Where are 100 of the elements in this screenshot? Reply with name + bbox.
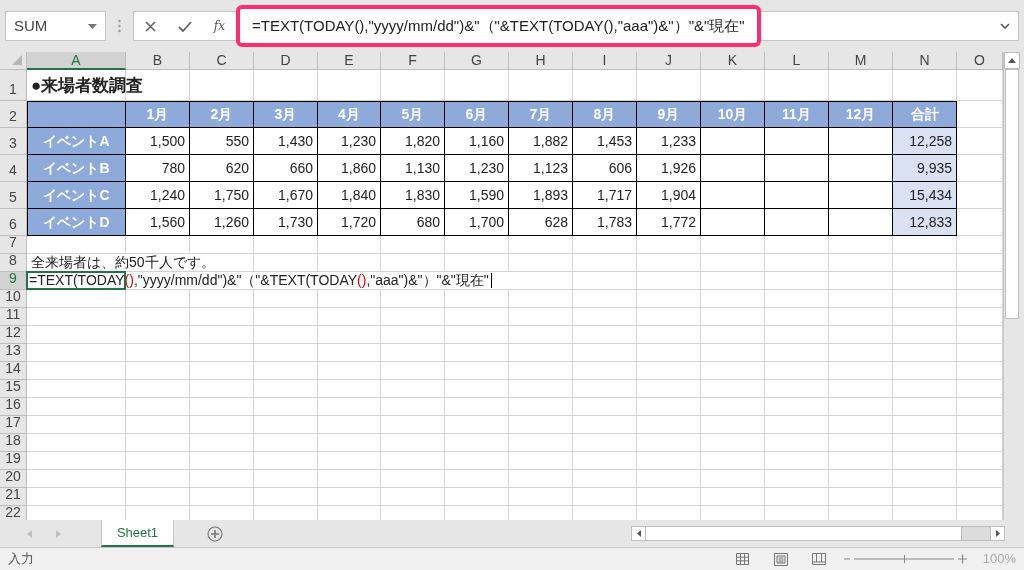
grid-cell [509,362,573,380]
grid-cell [765,452,829,470]
row-header[interactable]: 3 [0,128,27,155]
column-header[interactable]: C [190,52,254,70]
grid-cell [765,155,829,182]
grid-cell [765,470,829,488]
row-header[interactable]: 20 [0,470,27,488]
table-cell: 606 [573,155,637,182]
grid-cell [254,236,318,254]
grid-cell [573,434,637,452]
row-header[interactable]: 19 [0,452,27,470]
grid-cell [701,398,765,416]
zoom-slider[interactable] [843,553,967,565]
page-break-icon[interactable] [811,553,826,565]
expand-chevron-icon[interactable] [1000,23,1010,29]
row-header[interactable]: 7 [0,236,27,254]
column-header[interactable]: F [381,52,445,70]
row-header[interactable]: 17 [0,416,27,434]
column-header[interactable]: L [765,52,829,70]
grid-cell [701,254,765,272]
column-header[interactable]: G [445,52,509,70]
header-cell: 4月 [318,101,381,128]
grid-cell [893,308,957,326]
add-sheet-icon[interactable] [207,525,223,542]
row-header[interactable]: 12 [0,326,27,344]
grid-cell [381,236,445,254]
row-header[interactable]: 15 [0,380,27,398]
horizontal-scroll-thumb[interactable] [646,527,962,540]
scroll-thumb[interactable] [1005,69,1019,319]
column-header[interactable]: I [573,52,637,70]
grid-cell [126,452,190,470]
grid-cell [190,326,254,344]
sheet-tab[interactable]: Sheet1 [101,520,174,547]
column-header[interactable]: K [701,52,765,70]
grid-cell [829,416,893,434]
grid-cell [509,416,573,434]
grid-cell [829,272,893,290]
total-cell: 15,434 [893,182,957,209]
grid-cell [573,488,637,506]
grid-cell [765,362,829,380]
row-header[interactable]: 4 [0,155,27,182]
column-header[interactable]: J [637,52,701,70]
row-header[interactable]: 6 [0,209,27,236]
cancel-icon[interactable] [144,20,156,32]
grid-cell [190,434,254,452]
grid-cell [765,344,829,362]
grid-cell [318,344,381,362]
scroll-left-button[interactable] [632,527,646,540]
row-header[interactable]: 14 [0,362,27,380]
row-header[interactable]: 10 [0,290,27,308]
column-header[interactable]: H [509,52,573,70]
grid-cell [445,488,509,506]
formula-field[interactable]: =TEXT(TODAY(),"yyyy/mm/dd")&"（"&TEXT(TODAY(),"aaa")&"）"&"現在" [236,5,761,47]
row-header[interactable]: 16 [0,398,27,416]
row-header[interactable]: 5 [0,182,27,209]
column-header[interactable]: D [254,52,318,70]
grid-cell [573,308,637,326]
grid-cell [829,254,893,272]
horizontal-scrollbar[interactable] [631,526,1005,541]
column-header[interactable]: A [27,52,126,70]
grid-cell [893,362,957,380]
row-header[interactable]: 11 [0,308,27,326]
row-header[interactable]: 9 [0,272,27,290]
grid-cell [765,488,829,506]
table-cell: 1,840 [318,182,381,209]
grid-cell [254,470,318,488]
scroll-up-button[interactable] [1004,52,1020,69]
table-cell: 1,904 [637,182,701,209]
grid-cell [893,290,957,308]
name-box[interactable]: SUM [5,11,106,41]
grid-cell [829,452,893,470]
grid-cell [126,362,190,380]
row-header[interactable]: 13 [0,344,27,362]
column-header[interactable]: B [126,52,190,70]
column-header[interactable]: E [318,52,381,70]
row-header[interactable]: 8 [0,254,27,272]
row-header[interactable]: 22 [0,506,27,520]
grid-cell [126,380,190,398]
column-header[interactable]: N [893,52,957,70]
row-header[interactable]: 1 [0,70,27,101]
row-label-cell: イベントD [27,209,126,236]
grid-cell [701,488,765,506]
grid-cell [190,362,254,380]
grid-cell [829,290,893,308]
table-cell: 1,730 [254,209,318,236]
grid-cell [381,344,445,362]
table-cell: 1,453 [573,128,637,155]
grid-cell [893,488,957,506]
scroll-right-button[interactable] [990,527,1004,540]
row-header[interactable]: 21 [0,488,27,506]
page-layout-icon[interactable] [773,552,788,566]
column-header[interactable]: M [829,52,893,70]
table-cell: 1,500 [126,128,190,155]
normal-view-icon[interactable] [735,553,749,565]
right-arrow-icon [995,530,1000,537]
insert-function-button[interactable]: fx [213,17,225,35]
row-header[interactable]: 2 [0,101,27,128]
row-header[interactable]: 18 [0,434,27,452]
grid-cell [381,380,445,398]
check-icon[interactable] [177,20,192,32]
